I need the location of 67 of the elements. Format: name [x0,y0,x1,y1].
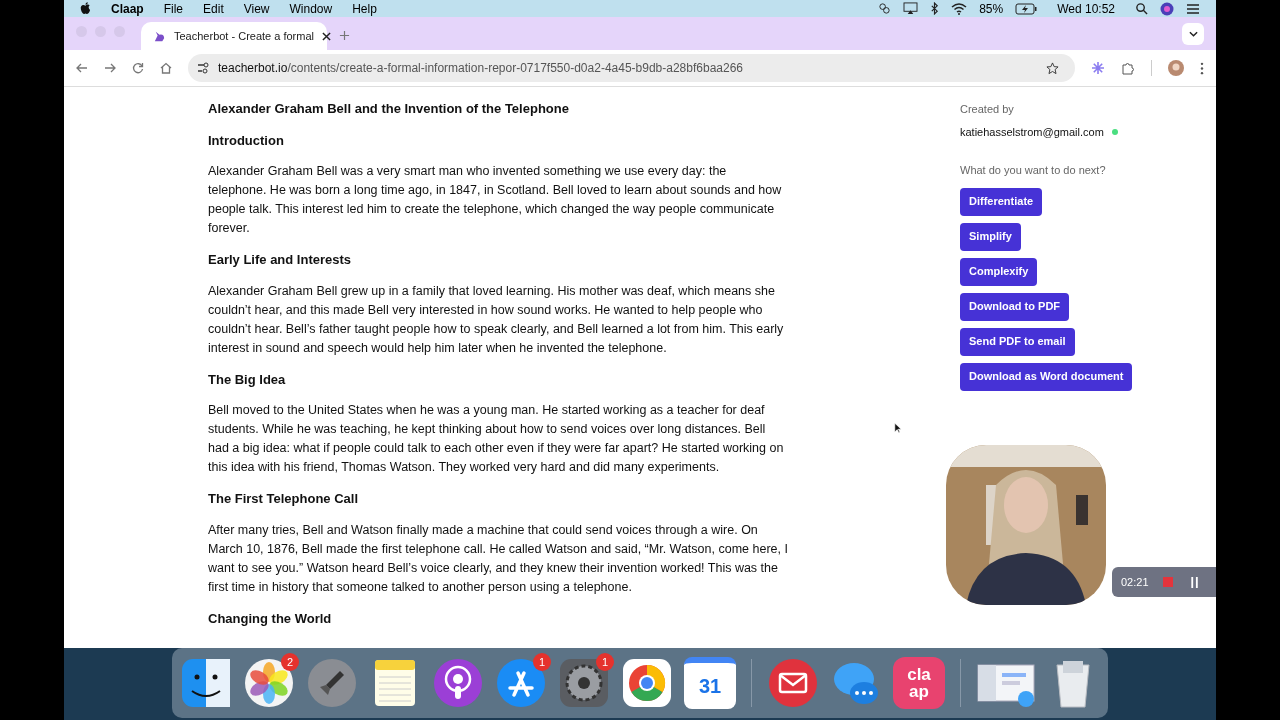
chevron-down-icon [1188,31,1198,37]
action-button[interactable]: Download to PDF [960,292,1070,321]
more-icon[interactable] [1200,61,1204,75]
status-icon[interactable] [878,2,892,15]
paragraph: Bell moved to the United States when he was a young man. He started working as a teacher for deaf students. While he was teaching, he kept thinking about how to send voices over long distances. Bell had a big idea: what if people could talk to each other even if they were far apart? He started working on this idea with his friend, Thomas Watson. They worked very hard and did many experiments. [208,402,785,476]
calendar-icon[interactable]: 31 [684,657,736,709]
paragraph: Alexander Graham Bell was a very smart man who invented something we use every day: the telephone. He was born a long time ago, in 1847, in Scotland. Bell loved to learn about sounds and how people talk. This interest led him to create the telephone, which changed the way people communicate forever. [208,163,783,237]
envelope-icon[interactable] [767,657,819,709]
notification-badge: 1 [533,653,551,671]
article-title: Alexander Graham Bell and the Invention of the Telephone [208,100,570,118]
menu-item[interactable]: View [243,0,270,18]
battery-percent: 85% [979,0,1004,18]
list-icon[interactable] [1186,2,1200,15]
notification-badge: 2 [281,653,299,671]
wifi-icon[interactable] [951,2,968,15]
created-by-label: Created by [960,102,1015,117]
podcast-icon[interactable] [432,657,484,709]
reload-icon[interactable] [132,62,144,74]
airplay-icon[interactable] [903,2,919,15]
section-heading: Introduction [208,131,285,150]
flower-icon[interactable] [243,657,295,709]
menu-item[interactable]: Help [352,0,377,18]
cursor-icon [894,422,902,434]
tab-list-button[interactable] [1182,23,1204,45]
site-settings-icon[interactable] [196,61,210,75]
url-text: teacherbot.io/contents/create-a-formal-information-repor-0717f550-d0a2-4a45-b9db-a28bf6baa266 [218,60,743,77]
address-bar[interactable]: teacherbot.io/contents/create-a-formal-information-repor-0717f550-d0a2-4a45-b9db-a28bf6baa266 [188,54,1075,82]
paragraph: After many tries, Bell and Watson finally made a machine that could send voices through a wire. On March 10, 1876, Bell made the first telephone call. He called Watson and said, “Mr. Watson, come here, I want to see you.” Watson heard Bell’s voice clearly, and they knew their invention worked! This was the first time in history that someone talked to another person using a telephone. [208,521,788,596]
next-step-prompt: What do you want to do next? [960,163,1107,178]
action-button[interactable]: Download as Word document [960,362,1133,391]
creator-email: katiehasselstrom@gmail.com [960,124,1104,140]
apple-icon[interactable] [80,2,91,15]
menu-item[interactable]: Window [289,0,333,18]
action-button[interactable]: Send PDF to email [960,327,1075,356]
section-heading: Early Life and Interests [208,251,353,269]
bluetooth-icon[interactable] [930,2,940,15]
home-icon[interactable] [160,62,172,74]
puzzle-icon[interactable] [1121,61,1135,75]
gear-icon[interactable] [558,657,610,709]
battery-icon[interactable] [1015,2,1038,15]
app-store-icon[interactable] [495,657,547,709]
menu-item[interactable]: Edit [203,0,224,18]
back-icon[interactable] [76,62,88,74]
section-heading: The Big Idea [208,370,287,389]
star-icon[interactable] [1046,61,1059,75]
chrome-icon[interactable] [621,657,673,709]
search-icon[interactable] [1135,2,1148,15]
pause-icon[interactable] [1190,576,1199,588]
paragraph: Alexander Graham Bell grew up in a family that loved learning. His mother was deaf, which means she couldn’t hear, and this made Bell very interested in how sound works. He wanted to help people who couldn’t hear. Bell’s father taught people how to speak clearly, and Bell learned a lot from him. This early interest in sound and speech would help him later when he invented the telephone. [208,282,785,357]
app-menu[interactable]: Claap [111,0,144,18]
recording-timer: 02:21 [1121,574,1149,590]
section-heading: The First Telephone Call [208,490,359,508]
section-heading: Changing the World [208,609,333,628]
plus-icon[interactable] [339,30,350,41]
face-icon[interactable] [180,657,232,709]
app-logo[interactable]: cla ap [893,657,945,709]
forward-icon[interactable] [104,62,116,74]
action-button[interactable]: Differentiate [960,187,1043,216]
avatar-icon[interactable] [1168,60,1184,76]
action-button[interactable]: Complexify [960,257,1038,286]
menu-clock[interactable]: Wed 10:52 [1057,0,1115,18]
sparkle-icon[interactable] [1091,61,1105,75]
action-button[interactable]: Simplify [960,222,1021,251]
notification-badge: 1 [596,653,614,671]
assistant-icon[interactable] [1160,1,1174,16]
menu-item[interactable]: File [163,0,184,18]
close-icon[interactable] [322,31,331,41]
